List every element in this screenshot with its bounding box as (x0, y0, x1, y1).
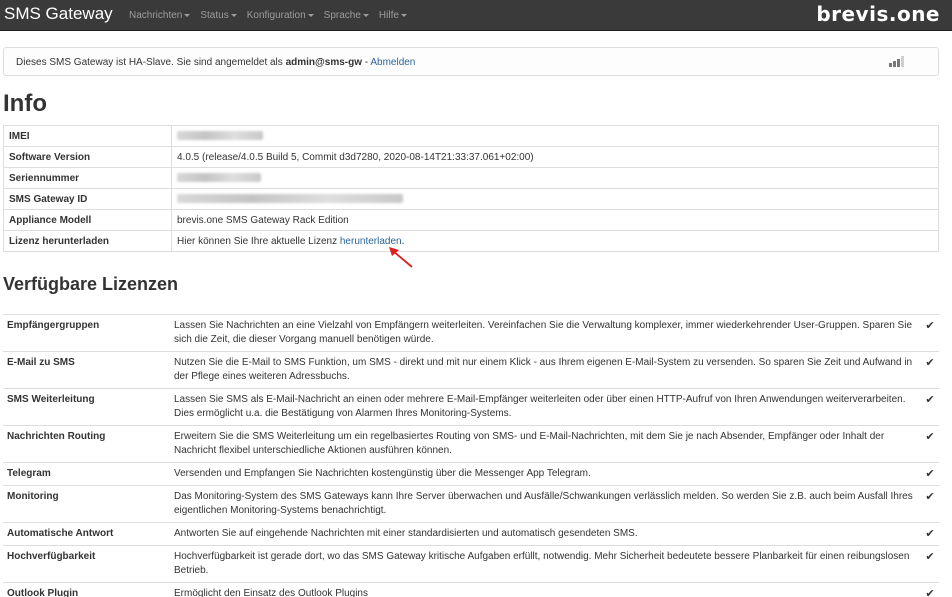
licenses-table: Empfängergruppen Lassen Sie Nachrichten … (3, 314, 939, 597)
logout-link[interactable]: Abmelden (370, 57, 415, 68)
table-row: Monitoring Das Monitoring-System des SMS… (3, 485, 939, 523)
license-name: SMS Weiterleitung (3, 388, 170, 426)
info-label: IMEI (3, 125, 172, 147)
check-icon: ✔ (921, 462, 939, 486)
info-value (171, 125, 939, 147)
annotation-arrow-icon (389, 247, 413, 268)
menu-label: Status (200, 10, 229, 21)
check-icon: ✔ (921, 351, 939, 389)
table-row: Nachrichten Routing Erweitern Sie die SM… (3, 425, 939, 463)
license-name: E-Mail zu SMS (3, 351, 170, 389)
license-description: Hochverfügbarkeit ist gerade dort, wo da… (170, 545, 921, 583)
top-navbar: SMS Gateway Nachrichten Status Konfigura… (0, 0, 952, 31)
license-description: Lassen Sie SMS als E-Mail-Nachricht an e… (170, 388, 921, 426)
license-download-suffix: . (401, 235, 405, 247)
license-description: Ermöglicht den Einsatz des Outlook Plugi… (170, 582, 921, 597)
license-name: Telegram (3, 462, 170, 486)
license-description: Das Monitoring-System des SMS Gateways k… (170, 485, 921, 523)
menu-label: Konfiguration (246, 10, 306, 21)
license-download-link[interactable]: herunterladen (340, 236, 402, 247)
redacted-gateway-id (177, 194, 403, 204)
license-name: Hochverfügbarkeit (3, 545, 170, 583)
license-download-text: Hier können Sie Ihre aktuelle Lizenz (177, 235, 340, 247)
brand-link[interactable]: SMS Gateway (4, 4, 113, 24)
table-row: SMS Weiterleitung Lassen Sie SMS als E-M… (3, 388, 939, 426)
license-description: Antworten Sie auf eingehende Nachrichten… (170, 522, 921, 546)
info-table: IMEI Software Version 4.0.5 (release/4.0… (3, 125, 939, 252)
menu-konfiguration[interactable]: Konfiguration (247, 10, 314, 21)
menu-nachrichten[interactable]: Nachrichten (129, 10, 191, 21)
table-row: E-Mail zu SMS Nutzen Sie die E-Mail to S… (3, 351, 939, 389)
info-label: Software Version (3, 146, 172, 168)
menu-label: Nachrichten (129, 10, 183, 21)
info-label: Lizenz herunterladen (3, 230, 172, 252)
check-icon: ✔ (921, 425, 939, 463)
table-row: Automatische Antwort Antworten Sie auf e… (3, 522, 939, 546)
caret-down-icon (400, 14, 407, 17)
caret-down-icon (230, 14, 237, 17)
menu-hilfe[interactable]: Hilfe (379, 10, 407, 21)
table-row: Outlook Plugin Ermöglicht den Einsatz de… (3, 582, 939, 597)
license-description: Erweitern Sie die SMS Weiterleitung um e… (170, 425, 921, 463)
caret-down-icon (307, 14, 314, 17)
signal-strength-icon (889, 56, 905, 67)
table-row: Software Version 4.0.5 (release/4.0.5 Bu… (3, 146, 939, 168)
license-name: Outlook Plugin (3, 582, 170, 597)
banner-message: Dieses SMS Gateway ist HA-Slave. Sie sin… (16, 57, 286, 68)
info-heading: Info (3, 90, 47, 117)
check-icon: ✔ (921, 545, 939, 583)
check-icon: ✔ (921, 582, 939, 597)
info-value: 4.0.5 (release/4.0.5 Build 5, Commit d3d… (171, 146, 939, 168)
table-row: Hochverfügbarkeit Hochverfügbarkeit ist … (3, 545, 939, 583)
licenses-heading: Verfügbare Lizenzen (3, 274, 179, 294)
license-name: Monitoring (3, 485, 170, 523)
caret-down-icon (184, 14, 191, 17)
table-row: Empfängergruppen Lassen Sie Nachrichten … (3, 314, 939, 352)
redacted-imei (177, 131, 263, 141)
menu-label: Hilfe (378, 10, 399, 21)
license-description: Lassen Sie Nachrichten an eine Vielzahl … (170, 314, 921, 352)
info-value (171, 188, 939, 210)
redacted-serial (177, 173, 261, 183)
check-icon: ✔ (921, 522, 939, 546)
menu-sprache[interactable]: Sprache (324, 10, 369, 21)
menu-status[interactable]: Status (200, 10, 237, 21)
ha-status-banner: Dieses SMS Gateway ist HA-Slave. Sie sin… (3, 47, 939, 76)
table-row: Appliance Modell brevis.one SMS Gateway … (3, 209, 939, 231)
menu-label: Sprache (323, 10, 361, 21)
license-name: Empfängergruppen (3, 314, 170, 352)
banner-text: Dieses SMS Gateway ist HA-Slave. Sie sin… (16, 57, 415, 68)
brevis-logo: brevis.one (816, 2, 940, 26)
license-description: Nutzen Sie die E-Mail to SMS Funktion, u… (170, 351, 921, 389)
caret-down-icon (362, 14, 369, 17)
license-name: Automatische Antwort (3, 522, 170, 546)
table-row: SMS Gateway ID (3, 188, 939, 210)
info-label: Appliance Modell (3, 209, 172, 231)
info-value (171, 167, 939, 189)
check-icon: ✔ (921, 388, 939, 426)
table-row: Seriennummer (3, 167, 939, 189)
table-row: Lizenz herunterladen Hier können Sie Ihr… (3, 230, 939, 252)
info-value: brevis.one SMS Gateway Rack Edition (171, 209, 939, 231)
table-row: IMEI (3, 125, 939, 147)
info-label: SMS Gateway ID (3, 188, 172, 210)
info-label: Seriennummer (3, 167, 172, 189)
table-row: Telegram Versenden und Empfangen Sie Nac… (3, 462, 939, 486)
check-icon: ✔ (921, 314, 939, 352)
info-value: Hier können Sie Ihre aktuelle Lizenz her… (171, 230, 939, 252)
main-menu: Nachrichten Status Konfiguration Sprache… (129, 10, 417, 21)
license-description: Versenden und Empfangen Sie Nachrichten … (170, 462, 921, 486)
check-icon: ✔ (921, 485, 939, 523)
logged-in-user: admin@sms-gw (285, 57, 362, 68)
license-name: Nachrichten Routing (3, 425, 170, 463)
